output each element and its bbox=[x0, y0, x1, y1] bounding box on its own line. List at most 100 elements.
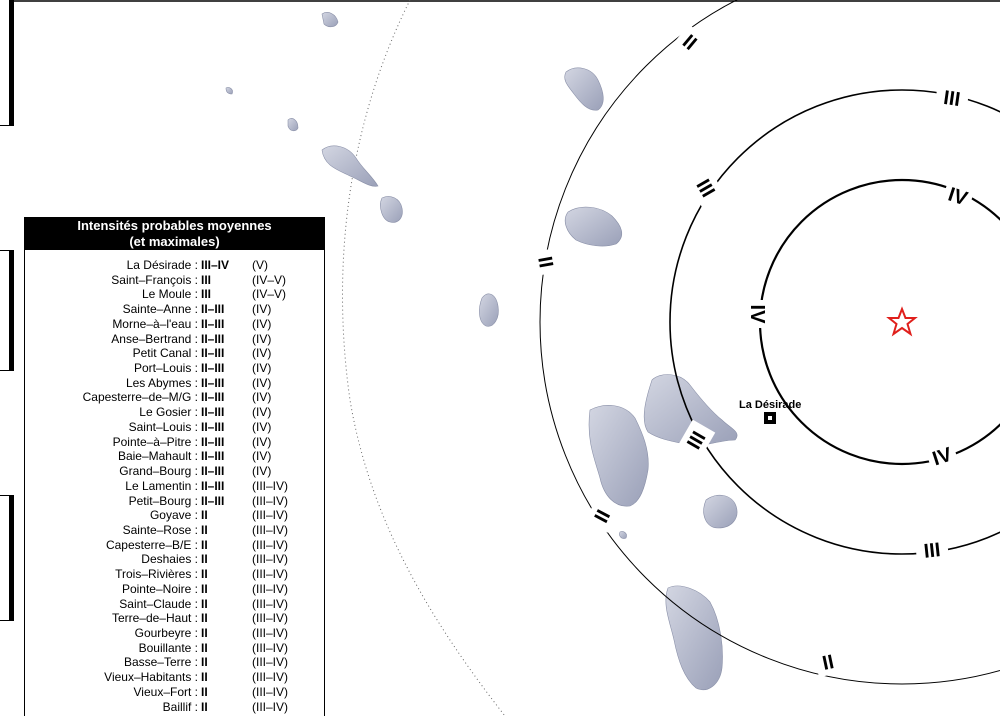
max-intensity: (IV) bbox=[252, 449, 272, 464]
place-name: Le Lamentin : bbox=[125, 478, 198, 493]
legend-row: Saint–Claude : II (III–IV) bbox=[25, 597, 324, 612]
max-intensity: (IV) bbox=[252, 361, 272, 376]
place-name: Port–Louis : bbox=[133, 361, 198, 376]
max-intensity: (IV) bbox=[252, 302, 272, 317]
max-intensity: (III–IV) bbox=[252, 567, 289, 582]
mean-intensity: II bbox=[201, 611, 208, 626]
island-montserrat bbox=[479, 293, 499, 327]
place-name: Saint–Louis : bbox=[128, 419, 198, 434]
legend-row: Morne–à–l'eau : II–III (IV) bbox=[25, 317, 324, 332]
ring-ii bbox=[539, 0, 1000, 685]
legend-row: Le Gosier : II–III (IV) bbox=[25, 405, 324, 420]
mean-intensity: II bbox=[201, 625, 208, 640]
place-name: Basse–Terre : bbox=[123, 655, 198, 670]
max-intensity: (V) bbox=[252, 258, 268, 272]
place-name: Saint–Claude : bbox=[119, 596, 198, 611]
mean-intensity: II–III bbox=[201, 405, 225, 420]
mean-intensity: III bbox=[201, 287, 212, 302]
place-name: Deshaies : bbox=[141, 552, 198, 567]
legend-row: La Désirade : III–IV (V) bbox=[25, 258, 324, 273]
island-nevis bbox=[380, 196, 403, 223]
legend-row: Petit Canal : II–III (IV) bbox=[25, 346, 324, 361]
island-antigua bbox=[564, 67, 604, 111]
island-marie-galante bbox=[703, 494, 738, 529]
ring-iii bbox=[669, 89, 1000, 555]
left-stripe bbox=[9, 0, 14, 125]
left-border-bar bbox=[0, 0, 14, 716]
legend-rows: La Désirade : III–IV (V) Saint–François : II… bbox=[25, 258, 324, 714]
legend-row: Grand–Bourg : II–III (IV) bbox=[25, 464, 324, 479]
place-name: Anse–Bertrand : bbox=[111, 331, 198, 346]
place-name: Terre–de–Haut : bbox=[111, 611, 198, 626]
max-intensity: (III–IV) bbox=[252, 625, 289, 640]
max-intensity: (III–IV) bbox=[252, 684, 289, 699]
island-guadeloupe-basse-terre bbox=[588, 405, 649, 507]
intensity-rings bbox=[539, 0, 1000, 685]
mean-intensity: II–III bbox=[201, 478, 225, 493]
legend-row: Vieux–Habitants : II (III–IV) bbox=[25, 670, 324, 685]
legend-row: Saint–François : III (IV–V) bbox=[25, 273, 324, 288]
ring-label-iii-bottom: III bbox=[923, 539, 942, 563]
island-dominica bbox=[665, 585, 723, 690]
mean-intensity: II–III bbox=[201, 390, 225, 405]
mean-intensity: II bbox=[201, 508, 208, 523]
mean-intensity: II bbox=[201, 552, 208, 567]
place-name: Saint–François : bbox=[111, 272, 198, 287]
legend-row: Pointe–à–Pitre : II–III (IV) bbox=[25, 435, 324, 450]
place-name: Sainte–Rose : bbox=[122, 522, 198, 537]
legend-row: Baie–Mahault : II–III (IV) bbox=[25, 449, 324, 464]
place-name: Vieux–Habitants : bbox=[104, 670, 198, 685]
mean-intensity: II bbox=[201, 670, 208, 685]
mean-intensity: II bbox=[201, 581, 208, 596]
place-name: Bouillante : bbox=[138, 640, 198, 655]
legend-row: Petit–Bourg : II–III (III–IV) bbox=[25, 494, 324, 509]
mean-intensity: III–IV bbox=[201, 258, 230, 272]
place-name: Baie–Mahault : bbox=[117, 449, 198, 464]
intensity-legend: Intensités probables moyennes (et maxima… bbox=[24, 217, 325, 716]
legend-row: Baillif : II (III–IV) bbox=[25, 700, 324, 715]
place-label-la-desirade: La Désirade bbox=[739, 399, 802, 411]
legend-row: Capesterre–de–M/G : II–III (IV) bbox=[25, 390, 324, 405]
max-intensity: (III–IV) bbox=[252, 493, 289, 508]
place-name: La Désirade : bbox=[126, 258, 198, 272]
outer-dotted-boundary bbox=[342, 0, 506, 716]
left-tick bbox=[0, 250, 14, 251]
mean-intensity: II bbox=[201, 699, 208, 714]
legend-row: Le Moule : III (IV–V) bbox=[25, 287, 324, 302]
mean-intensity: II–III bbox=[201, 346, 225, 361]
legend-subtitle: (et maximales) bbox=[129, 234, 220, 249]
ring-label-iv-left: IV bbox=[746, 305, 768, 325]
max-intensity: (III–IV) bbox=[252, 537, 289, 552]
max-intensity: (IV–V) bbox=[252, 287, 287, 302]
legend-row: Les Abymes : II–III (IV) bbox=[25, 376, 324, 391]
left-tick bbox=[0, 495, 14, 496]
max-intensity: (III–IV) bbox=[252, 581, 289, 596]
legend-row: Deshaies : II (III–IV) bbox=[25, 552, 324, 567]
left-stripe bbox=[9, 250, 14, 370]
legend-row: Gourbeyre : II (III–IV) bbox=[25, 626, 324, 641]
legend-row: Capesterre–B/E : II (III–IV) bbox=[25, 538, 324, 553]
place-name: Petit Canal : bbox=[132, 346, 198, 361]
place-name: Goyave : bbox=[149, 508, 198, 523]
place-name: Vieux–Fort : bbox=[133, 684, 198, 699]
ring-labels: IV IV IV III III III III II II II II bbox=[531, 24, 976, 678]
legend-header: Intensités probables moyennes (et maxima… bbox=[25, 217, 324, 250]
island-sombrero bbox=[225, 87, 233, 95]
max-intensity: (III–IV) bbox=[252, 522, 289, 537]
legend-row: Port–Louis : II–III (IV) bbox=[25, 361, 324, 376]
max-intensity: (III–IV) bbox=[252, 699, 289, 714]
legend-row: Vieux–Fort : II (III–IV) bbox=[25, 685, 324, 700]
legend-row: Goyave : II (III–IV) bbox=[25, 508, 324, 523]
mean-intensity: II–III bbox=[201, 493, 225, 508]
place-name: Trois–Rivières : bbox=[115, 567, 198, 582]
left-stripe bbox=[9, 495, 14, 620]
left-tick bbox=[0, 125, 14, 126]
island-saba bbox=[287, 118, 299, 132]
max-intensity: (IV) bbox=[252, 464, 272, 479]
mean-intensity: II–III bbox=[201, 302, 225, 317]
max-intensity: (IV–V) bbox=[252, 272, 287, 287]
max-intensity: (IV) bbox=[252, 346, 272, 361]
ring-label-iii-top: III bbox=[942, 87, 962, 111]
star-icon bbox=[886, 306, 918, 337]
max-intensity: (III–IV) bbox=[252, 611, 289, 626]
